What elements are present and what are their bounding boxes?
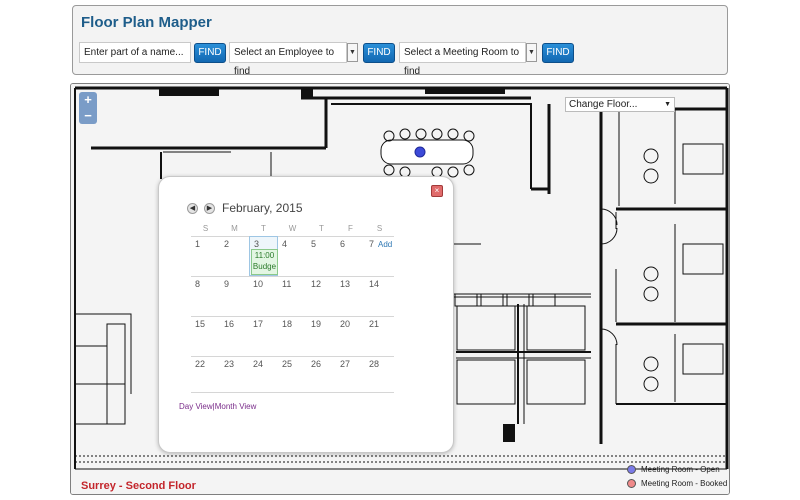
weekday-header: T bbox=[261, 224, 266, 233]
change-floor-select[interactable]: Change Floor... ▼ bbox=[565, 97, 675, 112]
close-icon[interactable]: × bbox=[431, 185, 443, 197]
day-cell[interactable]: 8 bbox=[191, 276, 220, 316]
room-calendar-popup: × ◀ ▶ February, 2015 S M T W T F S 1 2 3 4 5 6 7 8 9 10 1… bbox=[158, 176, 454, 453]
weekday-header: S bbox=[376, 224, 383, 233]
change-floor-label: Change Floor... bbox=[569, 99, 638, 110]
day-cell[interactable]: 24 bbox=[249, 356, 278, 396]
month-view-link[interactable]: Month View bbox=[215, 402, 257, 411]
day-cell[interactable]: 11 bbox=[278, 276, 307, 316]
legend-open: Meeting Room - Open bbox=[625, 464, 727, 478]
open-room-dot-icon bbox=[627, 465, 636, 474]
legend-open-label: Meeting Room - Open bbox=[641, 465, 720, 474]
calendar-divider bbox=[191, 392, 394, 393]
event-time: 11:00 bbox=[254, 251, 275, 260]
day-cell[interactable]: 1 bbox=[191, 236, 220, 276]
day-cell[interactable]: 6 bbox=[336, 236, 365, 276]
floor-name-label: Surrey - Second Floor bbox=[81, 480, 196, 492]
day-cell[interactable]: 20 bbox=[336, 316, 365, 356]
day-cell[interactable]: 19 bbox=[307, 316, 336, 356]
legend-booked: Meeting Room - Booked bbox=[625, 478, 727, 492]
day-cell[interactable]: 12 bbox=[307, 276, 336, 316]
find-name-button[interactable]: FIND bbox=[194, 43, 226, 63]
day-cell[interactable]: 16 bbox=[220, 316, 249, 356]
zoom-out-button[interactable]: − bbox=[79, 108, 97, 124]
search-header: Floor Plan Mapper Enter part of a name..… bbox=[72, 5, 728, 77]
legend-booked-label: Meeting Room - Booked bbox=[641, 479, 728, 488]
zoom-in-button[interactable]: + bbox=[79, 92, 97, 108]
month-label: February, 2015 bbox=[222, 201, 303, 215]
prev-month-icon[interactable]: ◀ bbox=[187, 203, 198, 214]
next-month-icon[interactable]: ▶ bbox=[204, 203, 215, 214]
event-title: Budge bbox=[252, 262, 277, 271]
employee-select-arrow-icon[interactable]: ▼ bbox=[347, 43, 358, 62]
day-cell[interactable]: 22 bbox=[191, 356, 220, 396]
weekday-header: W bbox=[288, 224, 297, 233]
map-legend: Meeting Room - Open Meeting Room - Booke… bbox=[625, 464, 727, 492]
name-search-input[interactable]: Enter part of a name... bbox=[79, 42, 191, 63]
zoom-control: + − bbox=[79, 92, 97, 124]
find-room-button[interactable]: FIND bbox=[542, 43, 574, 63]
day-cell[interactable]: 13 bbox=[336, 276, 365, 316]
day-cell[interactable]: 21 bbox=[365, 316, 394, 356]
day-cell[interactable]: 18 bbox=[278, 316, 307, 356]
weekday-header: S bbox=[202, 224, 209, 233]
weekday-header: F bbox=[348, 224, 353, 233]
employee-select[interactable]: Select an Employee to find bbox=[229, 42, 347, 77]
day-cell[interactable]: 17 bbox=[249, 316, 278, 356]
floor-plan-map[interactable]: + − Change Floor... ▼ Surrey - Second Fl… bbox=[70, 83, 730, 495]
dropdown-arrow-icon: ▼ bbox=[664, 101, 671, 108]
day-cell[interactable]: 25 bbox=[278, 356, 307, 396]
weekday-header: M bbox=[231, 224, 238, 233]
booked-room-dot-icon bbox=[627, 479, 636, 488]
day-cell[interactable]: 5 bbox=[307, 236, 336, 276]
day-cell[interactable]: 27 bbox=[336, 356, 365, 396]
day-cell[interactable]: 28 bbox=[365, 356, 394, 396]
day-cell[interactable]: 9 bbox=[220, 276, 249, 316]
day-cell[interactable]: 10 bbox=[249, 276, 278, 316]
day-cell[interactable]: 2 bbox=[220, 236, 249, 276]
calendar-event[interactable]: 11:00 Budge bbox=[251, 249, 278, 275]
room-select-arrow-icon[interactable]: ▼ bbox=[526, 43, 537, 62]
add-event-link[interactable]: Add bbox=[378, 240, 392, 249]
meeting-room-select[interactable]: Select a Meeting Room to find bbox=[399, 42, 526, 77]
weekday-header: T bbox=[319, 224, 324, 233]
day-cell[interactable]: 4 bbox=[278, 236, 307, 276]
day-cell[interactable]: 26 bbox=[307, 356, 336, 396]
day-view-link[interactable]: Day View bbox=[179, 402, 213, 411]
find-employee-button[interactable]: FIND bbox=[363, 43, 395, 63]
day-cell[interactable]: 23 bbox=[220, 356, 249, 396]
view-links: Day View|Month View bbox=[179, 402, 256, 411]
app-title: Floor Plan Mapper bbox=[81, 14, 212, 31]
day-cell[interactable]: 15 bbox=[191, 316, 220, 356]
day-cell[interactable]: 14 bbox=[365, 276, 394, 316]
